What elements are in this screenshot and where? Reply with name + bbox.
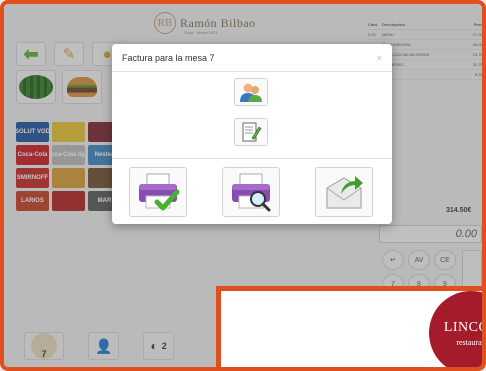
send-mail-icon (326, 176, 363, 209)
email-invoice-button[interactable] (315, 167, 373, 217)
invoice-dialog: Factura para la mesa 7 × (112, 44, 392, 224)
edit-document-icon (242, 122, 262, 142)
dialog-body (112, 72, 392, 159)
select-customer-button[interactable] (234, 78, 268, 106)
print-ok-icon (139, 173, 180, 211)
restaurant-subtitle: restauran (456, 337, 486, 347)
app-frame: RB Ramón Bilbao Rioja · desde 1924 ⬅ ✎ ●… (0, 0, 486, 371)
print-preview-icon (232, 173, 271, 212)
dialog-title: Factura para la mesa 7 (122, 52, 215, 63)
close-icon[interactable]: × (377, 53, 382, 63)
users-icon (240, 83, 262, 102)
dialog-footer (112, 159, 392, 224)
print-invoice-button[interactable] (129, 167, 187, 217)
restaurant-logo: LINCOL restauran (429, 291, 486, 367)
restaurant-name: LINCOL (443, 319, 482, 335)
dialog-header: Factura para la mesa 7 × (112, 44, 392, 72)
restaurant-card: LINCOL restauran (216, 286, 486, 367)
edit-invoice-button[interactable] (234, 118, 268, 146)
preview-invoice-button[interactable] (222, 167, 280, 217)
